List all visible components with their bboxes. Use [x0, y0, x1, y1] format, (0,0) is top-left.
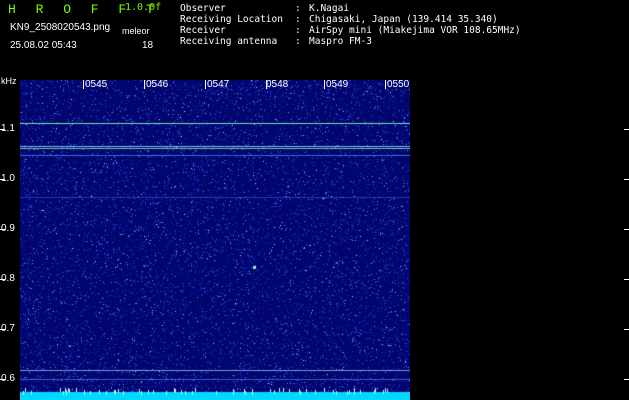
- metadata-row-antenna: Receiving antenna : Maspro FM-3: [180, 36, 521, 47]
- time-label: 0550: [387, 79, 410, 90]
- metadata-value: Maspro FM-3: [309, 36, 372, 47]
- metadata-row-observer: Observer : K.Nagai: [180, 3, 521, 14]
- metadata-value: AirSpy mini (Miakejima VOR 108.65MHz): [309, 25, 521, 36]
- right-axis-tick: [624, 229, 629, 230]
- metadata-separator: :: [295, 3, 301, 14]
- right-axis-tick: [624, 129, 629, 130]
- y-axis-tick: [0, 379, 5, 380]
- spectrogram: [20, 80, 410, 400]
- time-label: 0547: [207, 79, 230, 90]
- y-axis-tick: [0, 279, 5, 280]
- timestamp-label: 25.08.02 05:43: [10, 40, 77, 51]
- time-tick: [385, 80, 386, 89]
- time-label: 0549: [326, 79, 349, 90]
- metadata-key: Receiving Location: [180, 14, 283, 25]
- y-axis-tick: [0, 329, 5, 330]
- metadata-separator: :: [295, 14, 301, 25]
- right-axis-tick: [624, 329, 629, 330]
- meteor-label: meleor: [122, 26, 150, 36]
- right-axis-tick: [624, 379, 629, 380]
- right-axis-tick: [624, 279, 629, 280]
- time-label: 0548: [266, 79, 289, 90]
- metadata-row-receiver: Receiver : AirSpy mini (Miakejima VOR 10…: [180, 25, 521, 36]
- time-tick: [144, 80, 145, 89]
- metadata-panel: Observer : K.Nagai Receiving Location : …: [180, 3, 521, 47]
- metadata-separator: :: [295, 36, 301, 47]
- filename-label: KN9_2508020543.png: [10, 22, 111, 33]
- time-tick: [324, 80, 325, 89]
- y-axis-tick: [0, 179, 5, 180]
- y-axis-tick: [0, 129, 5, 130]
- right-axis-tick: [624, 179, 629, 180]
- time-tick: [83, 80, 84, 89]
- frequency-unit-label: kHz: [1, 76, 17, 86]
- metadata-key: Receiving antenna: [180, 36, 278, 47]
- metadata-value: Chigasaki, Japan (139.414 35.340): [309, 14, 498, 25]
- y-axis-tick: [0, 229, 5, 230]
- spectrogram-canvas: [20, 80, 410, 400]
- version-label: 1.0.0f: [125, 2, 162, 13]
- time-label: 0546: [146, 79, 169, 90]
- metadata-key: Receiver: [180, 25, 226, 36]
- time-label: 0545: [85, 79, 108, 90]
- metadata-row-location: Receiving Location : Chigasaki, Japan (1…: [180, 14, 521, 25]
- metadata-value: K.Nagai: [309, 3, 350, 14]
- metadata-separator: :: [295, 25, 301, 36]
- metadata-key: Observer: [180, 3, 226, 14]
- meteor-count: 18: [142, 40, 154, 51]
- time-tick: [205, 80, 206, 89]
